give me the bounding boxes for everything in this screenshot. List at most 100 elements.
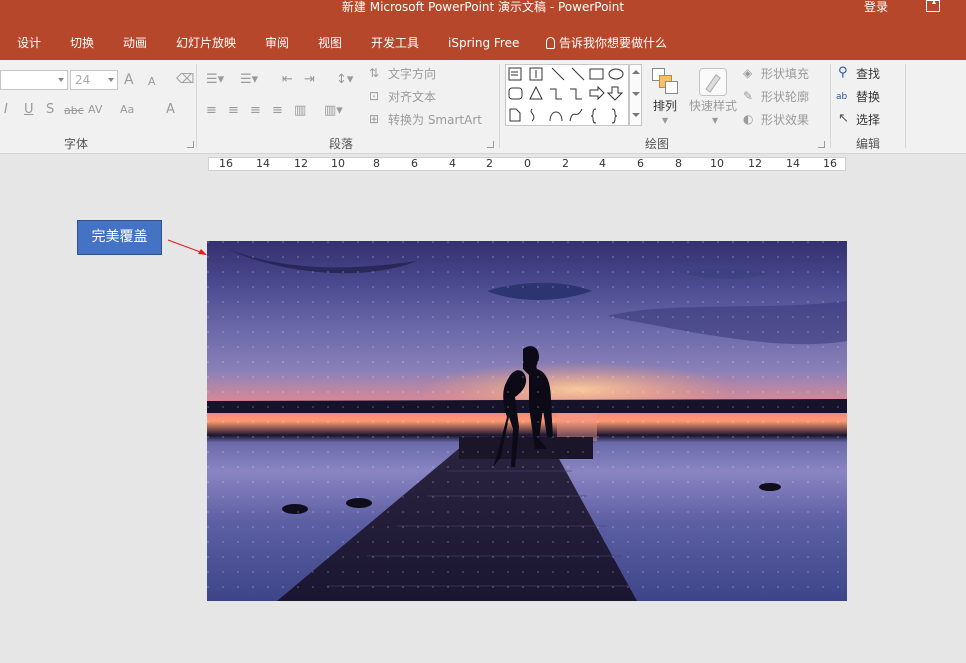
bullets-icon[interactable]: ☰▾: [206, 72, 224, 88]
pencil-icon: ✎: [743, 89, 754, 103]
scroll-down-icon[interactable]: [632, 92, 640, 96]
shapes-gallery-scroll[interactable]: [629, 64, 642, 126]
tab-design[interactable]: 设计: [17, 35, 41, 51]
ribbon-display-options-icon[interactable]: [926, 0, 940, 12]
ruler-label: 0: [524, 157, 531, 170]
replace-icon: ab: [836, 92, 848, 102]
font-size-combo[interactable]: 24: [70, 70, 118, 90]
font-group-label: 字体: [64, 137, 89, 151]
ruler-label: 16: [823, 157, 837, 170]
tab-slideshow[interactable]: 幻灯片放映: [176, 35, 236, 51]
shadow-button[interactable]: S: [46, 102, 54, 118]
distributed-icon[interactable]: ▥: [294, 103, 306, 119]
window-title: 新建 Microsoft PowerPoint 演示文稿 - PowerPoin…: [341, 0, 625, 14]
sunset-pier-image: [207, 241, 847, 601]
numbering-icon[interactable]: ☰▾: [240, 72, 258, 88]
arrange-button[interactable]: 排列: [653, 98, 677, 114]
quick-styles-button[interactable]: 快速样式: [689, 98, 737, 114]
strikethrough-button[interactable]: abc: [64, 103, 84, 119]
font-size-value: 24: [75, 73, 91, 87]
ruler-label: 6: [637, 157, 644, 170]
shape-effects-button[interactable]: 形状效果: [761, 112, 809, 128]
tab-view[interactable]: 视图: [318, 35, 342, 51]
title-bar: 新建 Microsoft PowerPoint 演示文稿 - PowerPoin…: [0, 0, 966, 26]
shrink-font-icon[interactable]: A: [148, 74, 156, 90]
font-dialog-launcher-icon[interactable]: [187, 141, 194, 148]
align-left-icon[interactable]: ≡: [206, 103, 217, 119]
horizontal-ruler[interactable]: 16 14 12 10 8 6 4 2 0 2 4 6 8 10 12 14 1…: [208, 157, 846, 171]
ruler-label: 2: [486, 157, 493, 170]
find-icon: ⚲: [838, 65, 848, 80]
drawing-dialog-launcher-icon[interactable]: [818, 141, 825, 148]
tab-transitions[interactable]: 切换: [70, 35, 94, 51]
line-spacing-icon[interactable]: ↕▾: [336, 72, 353, 88]
ruler-label: 16: [219, 157, 233, 170]
tell-me-text: 告诉我你想要做什么: [559, 36, 668, 50]
ruler-label: 6: [411, 157, 418, 170]
lightbulb-icon: [546, 37, 555, 49]
tell-me-search[interactable]: 告诉我你想要做什么: [546, 35, 667, 51]
paragraph-dialog-launcher-icon[interactable]: [487, 141, 494, 148]
shape-fill-button[interactable]: 形状填充: [761, 66, 809, 82]
annotation-label[interactable]: 完美覆盖: [77, 220, 162, 255]
increase-indent-icon[interactable]: ⇥: [304, 72, 315, 88]
grow-font-icon[interactable]: A: [124, 72, 134, 88]
shape-outline-button[interactable]: 形状轮廓: [761, 89, 809, 105]
tab-review[interactable]: 审阅: [265, 35, 289, 51]
tab-developer[interactable]: 开发工具: [371, 35, 419, 51]
tab-animations[interactable]: 动画: [123, 35, 147, 51]
drawing-group-label: 绘图: [645, 137, 670, 151]
align-text-button[interactable]: 对齐文本: [388, 89, 436, 105]
quick-styles-icon[interactable]: [699, 68, 727, 96]
ribbon-tab-bar: 设计 切换 动画 幻灯片放映 审阅 视图 开发工具 iSpring Free 告…: [0, 26, 966, 60]
effects-icon: ◐: [743, 112, 754, 126]
editing-group-label: 编辑: [856, 137, 881, 151]
font-name-combo[interactable]: [0, 70, 68, 90]
align-text-icon: ⊡: [369, 89, 380, 103]
ruler-label: 4: [449, 157, 456, 170]
ribbon: 24 A A ⌫ I U S abc AV Aa A 字体 ☰▾ ☰▾ ⇤ ⇥ …: [0, 60, 966, 154]
arrange-dropdown-icon: ▼: [662, 116, 669, 125]
ruler-label: 4: [599, 157, 606, 170]
italic-button[interactable]: I: [4, 102, 8, 118]
red-arrow-icon: [167, 239, 207, 255]
slide-picture[interactable]: [207, 241, 847, 601]
paint-bucket-icon: ◈: [743, 66, 753, 80]
arrange-icon[interactable]: [652, 68, 678, 94]
login-link[interactable]: 登录: [864, 0, 888, 14]
shapes-gallery[interactable]: [505, 64, 629, 126]
align-right-icon[interactable]: ≡: [250, 103, 261, 119]
ruler-label: 12: [748, 157, 762, 170]
ruler-label: 14: [786, 157, 800, 170]
select-button[interactable]: 选择: [856, 112, 880, 128]
scroll-up-icon[interactable]: [632, 70, 640, 74]
ruler-label: 2: [562, 157, 569, 170]
justify-icon[interactable]: ≡: [272, 103, 283, 119]
ruler-label: 8: [675, 157, 682, 170]
convert-smartart-button[interactable]: 转换为 SmartArt: [388, 112, 482, 128]
change-case-button[interactable]: Aa: [120, 102, 134, 118]
smartart-icon: ⊞: [369, 112, 380, 126]
ruler-label: 14: [256, 157, 270, 170]
cursor-icon: ↖: [838, 111, 849, 126]
shapes-gallery-icons: [508, 67, 624, 124]
char-spacing-button[interactable]: AV: [88, 102, 102, 118]
columns-icon[interactable]: ▥▾: [324, 103, 343, 119]
paragraph-group-label: 段落: [329, 137, 354, 151]
quick-styles-dropdown-icon: ▼: [712, 116, 719, 125]
ruler-label: 10: [710, 157, 724, 170]
underline-button[interactable]: U: [24, 102, 34, 118]
align-center-icon[interactable]: ≡: [228, 103, 239, 119]
ruler-label: 10: [331, 157, 345, 170]
find-button[interactable]: 查找: [856, 66, 880, 82]
replace-button[interactable]: 替换: [856, 89, 880, 105]
ruler-label: 12: [294, 157, 308, 170]
ruler-label: 8: [373, 157, 380, 170]
clear-formatting-icon[interactable]: ⌫: [176, 72, 194, 88]
tab-ispring[interactable]: iSpring Free: [448, 35, 519, 51]
text-direction-icon: ⇅: [369, 66, 380, 80]
more-shapes-icon[interactable]: [632, 113, 640, 117]
decrease-indent-icon[interactable]: ⇤: [282, 72, 293, 88]
font-color-button[interactable]: A: [166, 102, 175, 118]
text-direction-button[interactable]: 文字方向: [388, 66, 436, 82]
